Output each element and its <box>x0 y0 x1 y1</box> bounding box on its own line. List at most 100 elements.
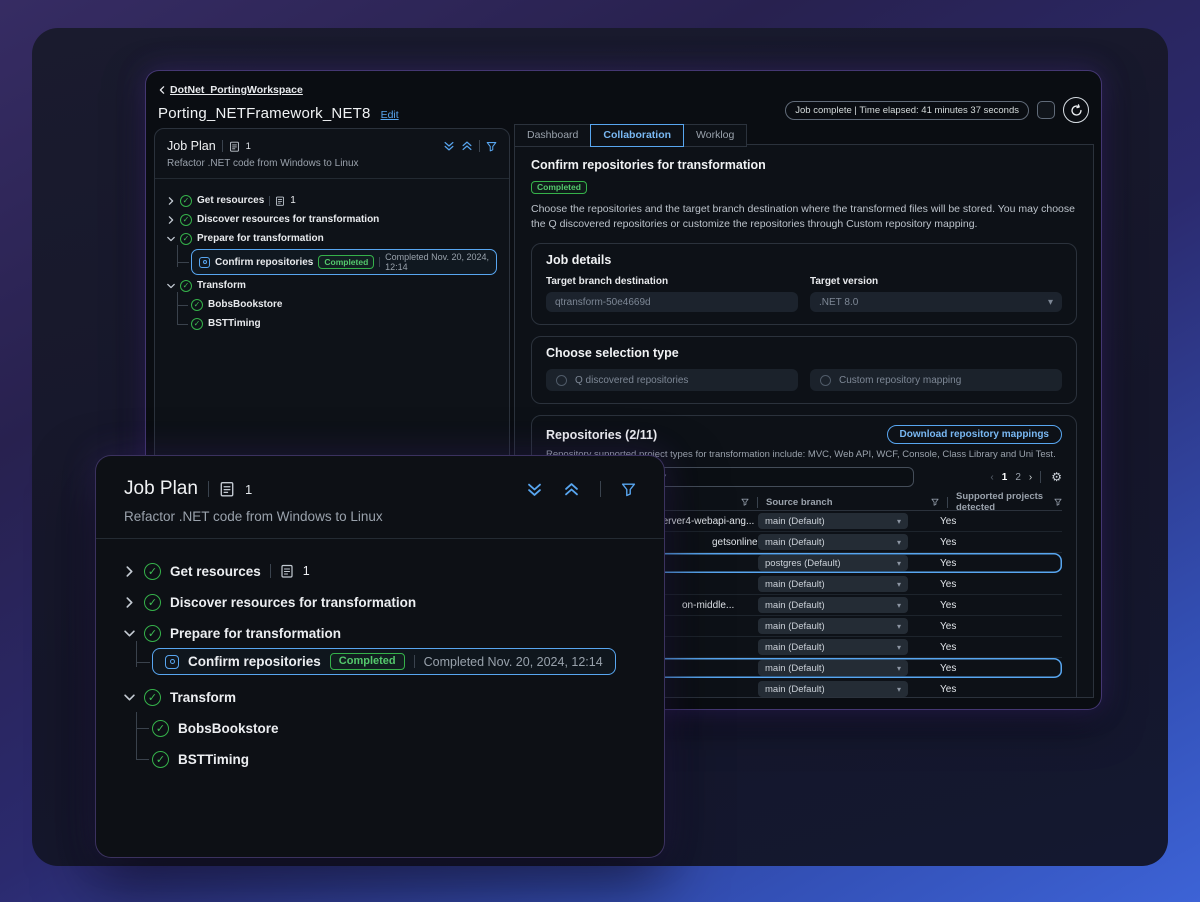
gear-icon[interactable]: ⚙ <box>1051 470 1062 484</box>
tree-item-discover[interactable]: ✓ Discover resources for transformation <box>124 590 636 614</box>
tree-item-prepare[interactable]: ✓ Prepare for transformation <box>167 229 497 248</box>
repositories-title: Repositories (2/11) <box>546 428 657 442</box>
chevron-down-icon: ▾ <box>897 538 901 547</box>
target-version-select: .NET 8.0 ▾ <box>810 292 1062 312</box>
download-mappings-button[interactable]: Download repository mappings <box>887 425 1062 444</box>
filter-icon[interactable] <box>931 498 939 506</box>
tree-item-discover[interactable]: ✓ Discover resources for transformation <box>167 210 497 229</box>
job-plan-subtitle: Refactor .NET code from Windows to Linux <box>167 158 497 169</box>
success-check-icon: ✓ <box>180 233 192 245</box>
page-prev-icon[interactable]: ‹ <box>990 472 993 483</box>
page-2[interactable]: 2 <box>1015 472 1021 483</box>
page-1[interactable]: 1 <box>1002 472 1008 483</box>
divider <box>208 481 209 497</box>
chevron-down-icon: ▾ <box>897 517 901 526</box>
field-label: Target branch destination <box>546 276 798 287</box>
tree-item-bobsbookstore[interactable]: ✓ BobsBookstore <box>191 295 497 314</box>
source-branch-select[interactable]: main (Default)▾ <box>758 597 908 613</box>
clipboard-icon <box>275 196 285 206</box>
source-branch-select[interactable]: main (Default)▾ <box>758 639 908 655</box>
page-next-icon[interactable]: › <box>1029 472 1032 483</box>
success-check-icon: ✓ <box>152 751 169 768</box>
tab-collaboration[interactable]: Collaboration <box>590 124 684 147</box>
supported-value: Yes <box>940 621 956 632</box>
tree-item-label: Prepare for transformation <box>170 626 341 641</box>
tree-item-label: Get resources <box>170 564 261 579</box>
source-branch-select[interactable]: main (Default)▾ <box>758 681 908 697</box>
divider <box>600 481 601 497</box>
divider <box>155 178 509 179</box>
clipboard-icon <box>219 481 235 497</box>
breadcrumb[interactable]: DotNet_PortingWorkspace <box>158 84 303 96</box>
radio-label: Q discovered repositories <box>575 375 688 386</box>
tree-item-label: Transform <box>170 690 236 705</box>
tree-item-get-resources[interactable]: ✓ Get resources 1 <box>124 559 636 583</box>
tree-item-transform[interactable]: ✓ Transform <box>124 685 636 709</box>
radio-q-discovered: Q discovered repositories <box>546 369 798 391</box>
filter-icon[interactable] <box>621 482 636 497</box>
chevron-down-icon: ▾ <box>897 643 901 652</box>
job-plan-count: 1 <box>245 482 252 497</box>
supported-value: Yes <box>940 558 956 569</box>
supported-value: Yes <box>940 684 956 695</box>
filter-icon[interactable] <box>1054 498 1062 506</box>
tree-item-confirm-repositories[interactable]: Confirm repositories Completed Completed… <box>152 648 616 675</box>
tree-item-label: BSTTiming <box>178 752 249 767</box>
divider <box>222 140 223 152</box>
divider <box>96 538 664 539</box>
refresh-button[interactable] <box>1063 97 1089 123</box>
current-step-icon <box>199 257 210 268</box>
tree-item-bobsbookstore[interactable]: ✓ BobsBookstore <box>152 716 636 740</box>
source-branch-select[interactable]: main (Default)▾ <box>758 534 908 550</box>
job-plan-subtitle: Refactor .NET code from Windows to Linux <box>124 509 636 524</box>
chevron-down-icon <box>124 628 135 639</box>
tree-item-label: Discover resources for transformation <box>197 214 379 225</box>
tree-item-transform[interactable]: ✓ Transform <box>167 276 497 295</box>
expand-all-icon[interactable] <box>526 481 543 498</box>
source-branch-select[interactable]: main (Default)▾ <box>758 576 908 592</box>
chevron-down-icon: ▾ <box>897 601 901 610</box>
edit-link[interactable]: Edit <box>381 109 399 121</box>
clipboard-icon <box>280 564 294 578</box>
source-branch-select[interactable]: main (Default)▾ <box>758 513 908 529</box>
page-title: Porting_NETFramework_NET8 <box>158 105 371 122</box>
refresh-icon <box>1070 104 1083 117</box>
job-plan-title: Job Plan <box>167 139 216 153</box>
source-branch-select[interactable]: main (Default)▾ <box>758 618 908 634</box>
job-plan-panel-zoomed: Job Plan 1 Refactor .NET code from Windo… <box>95 455 665 858</box>
section-heading: Confirm repositories for transformation <box>531 158 1077 172</box>
tree-item-confirm-repositories[interactable]: Confirm repositories Completed Completed… <box>191 249 497 275</box>
supported-value: Yes <box>940 663 956 674</box>
tree-item-bsttiming[interactable]: ✓ BSTTiming <box>191 314 497 333</box>
target-branch-input: qtransform-50e4669d <box>546 292 798 312</box>
section-description: Choose the repositories and the target b… <box>531 202 1077 232</box>
success-check-icon: ✓ <box>144 625 161 642</box>
filter-icon[interactable] <box>486 141 497 152</box>
success-check-icon: ✓ <box>144 563 161 580</box>
tree-item-prepare[interactable]: ✓ Prepare for transformation <box>124 621 636 645</box>
collapse-all-icon[interactable] <box>461 140 473 152</box>
success-check-icon: ✓ <box>180 214 192 226</box>
expand-all-icon[interactable] <box>443 140 455 152</box>
tree-item-bsttiming[interactable]: ✓ BSTTiming <box>152 747 636 771</box>
job-plan-count: 1 <box>246 141 251 152</box>
completed-timestamp: Completed Nov. 20, 2024, 12:14 <box>385 252 489 272</box>
tab-worklog[interactable]: Worklog <box>683 124 747 147</box>
target-branch-value: qtransform-50e4669d <box>555 297 651 308</box>
divider <box>479 140 480 152</box>
chevron-down-icon: ▾ <box>897 622 901 631</box>
source-branch-select[interactable]: postgres (Default)▾ <box>758 555 908 571</box>
tree-item-get-resources[interactable]: ✓ Get resources 1 <box>167 191 497 210</box>
tree-item-count: 1 <box>290 195 296 206</box>
collapse-all-icon[interactable] <box>563 481 580 498</box>
secondary-action-button[interactable] <box>1037 101 1055 119</box>
job-plan-tree: ✓ Get resources 1 ✓ Discover resources f… <box>167 191 497 333</box>
supported-value: Yes <box>940 579 956 590</box>
tab-dashboard[interactable]: Dashboard <box>514 124 591 147</box>
job-details-card: Job details Target branch destination qt… <box>531 243 1077 325</box>
source-branch-select[interactable]: main (Default)▾ <box>758 660 908 676</box>
filter-icon[interactable] <box>741 498 749 506</box>
column-supported: Supported projects detected <box>956 491 1054 513</box>
chevron-down-icon <box>167 235 175 243</box>
success-check-icon: ✓ <box>180 195 192 207</box>
